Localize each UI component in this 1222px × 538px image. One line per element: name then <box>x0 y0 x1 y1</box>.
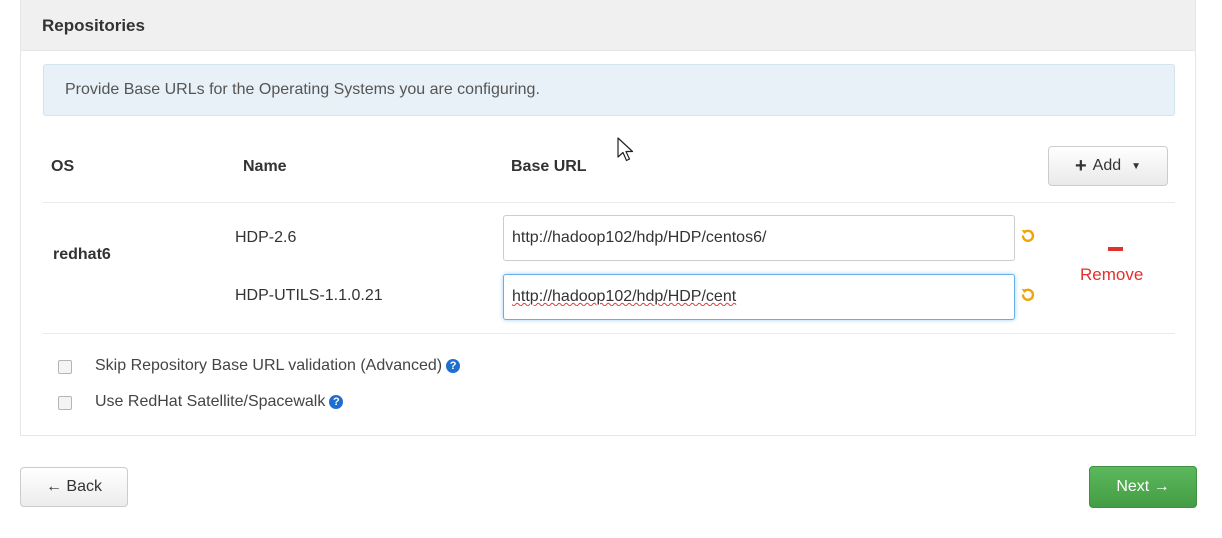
satellite-option: Use RedHat Satellite/Spacewalk? <box>95 393 344 411</box>
add-os-button[interactable]: + Add ▼ <box>1048 146 1168 186</box>
header-base-url: Base URL <box>511 158 587 175</box>
caret-down-icon: ▼ <box>1131 160 1142 172</box>
remove-os-link[interactable]: Remove <box>1080 265 1143 285</box>
plus-icon: + <box>1074 155 1087 177</box>
header-name: Name <box>243 158 287 175</box>
skip-validation-option: Skip Repository Base URL validation (Adv… <box>95 357 461 375</box>
undo-icon[interactable] <box>1020 287 1036 303</box>
panel-title: Repositories <box>42 16 145 35</box>
question-circle-icon[interactable]: ? <box>329 395 344 409</box>
base-url-input-hdp[interactable] <box>503 215 1015 261</box>
info-alert: Provide Base URLs for the Operating Syst… <box>43 64 1175 116</box>
table-divider-bottom <box>43 333 1175 334</box>
next-button[interactable]: Next → <box>1089 466 1197 508</box>
os-label: redhat6 <box>53 246 111 263</box>
panel-heading: Repositories <box>21 0 1195 51</box>
satellite-label: Use RedHat Satellite/Spacewalk <box>95 393 326 410</box>
table-divider-top <box>43 202 1175 203</box>
skip-validation-label: Skip Repository Base URL validation (Adv… <box>95 357 443 374</box>
back-button[interactable]: ← Back <box>20 467 128 507</box>
base-url-input-hdp-utils[interactable] <box>503 274 1015 320</box>
question-circle-icon[interactable]: ? <box>446 359 461 373</box>
add-button-label: Add <box>1092 157 1122 174</box>
info-alert-text: Provide Base URLs for the Operating Syst… <box>65 81 540 98</box>
satellite-checkbox[interactable] <box>58 396 72 410</box>
repo-name-hdp-utils: HDP-UTILS-1.1.0.21 <box>235 287 383 304</box>
undo-icon[interactable] <box>1020 228 1036 244</box>
repo-name-hdp: HDP-2.6 <box>235 229 297 246</box>
mouse-cursor-icon <box>617 137 634 162</box>
repositories-panel: Repositories Provide Base URLs for the O… <box>20 0 1196 436</box>
header-os: OS <box>51 158 75 175</box>
skip-validation-checkbox[interactable] <box>58 360 72 374</box>
minus-icon[interactable] <box>1108 247 1123 251</box>
